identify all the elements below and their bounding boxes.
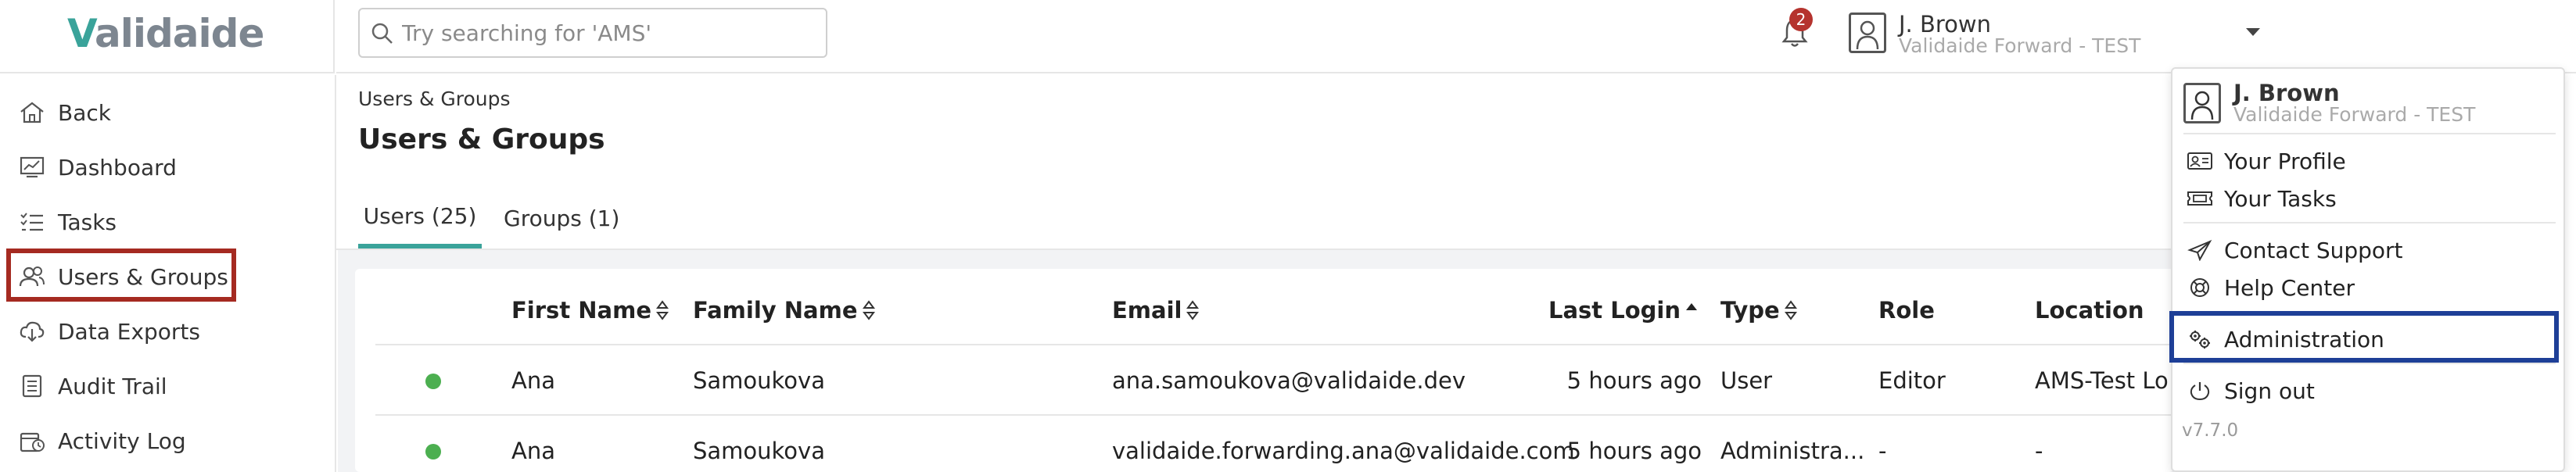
- menu-divider: [2183, 133, 2556, 134]
- cell-location: AMS-Test Loc: [2035, 367, 2168, 394]
- sidebar-item-dashboard[interactable]: Dashboard: [19, 147, 177, 188]
- search-icon: [371, 23, 393, 44]
- send-icon: [2187, 239, 2212, 261]
- audit-icon: [22, 374, 42, 398]
- sidebar-item-label: Activity Log: [58, 427, 186, 454]
- cell-role: Editor: [1878, 367, 1946, 394]
- sort-icon: [862, 300, 875, 320]
- sidebar-item-back[interactable]: Back: [19, 92, 111, 133]
- user-org: Validaide Forward - TEST: [1899, 34, 2141, 57]
- column-header-location[interactable]: Location: [2035, 297, 2144, 324]
- cell-email: validaide.forwarding.ana@validaide.com: [1112, 438, 1575, 464]
- cell-role: -: [1878, 438, 1887, 464]
- sidebar-item-audit-trail[interactable]: Audit Trail: [19, 366, 167, 406]
- tasks-icon: [20, 213, 43, 231]
- cell-type: Administra...: [1720, 438, 1865, 464]
- row-divider: [375, 414, 2174, 416]
- power-icon: [2190, 382, 2210, 401]
- sidebar-item-data-exports[interactable]: Data Exports: [19, 311, 200, 352]
- lifebuoy-icon: [2190, 278, 2209, 297]
- menu-user-org: Validaide Forward - TEST: [2233, 103, 2476, 126]
- search-input[interactable]: [402, 16, 816, 50]
- top-bar: [336, 0, 2576, 73]
- breadcrumb[interactable]: Users & Groups: [358, 88, 511, 110]
- avatar: [1849, 13, 1886, 53]
- administration-highlight-box: [2169, 311, 2559, 363]
- tab-groups[interactable]: Groups (1): [504, 188, 619, 249]
- cell-last-login: 5 hours ago: [1566, 367, 1702, 394]
- sort-icon: [1784, 300, 1797, 320]
- menu-user-name: J. Brown: [2233, 80, 2340, 106]
- menu-item-sign-out[interactable]: Sign out: [2183, 370, 2556, 411]
- cell-first-name: Ana: [511, 438, 555, 464]
- ticket-icon: [2187, 191, 2212, 206]
- column-header-last-login[interactable]: Last Login: [1548, 297, 1698, 324]
- menu-divider: [2183, 222, 2556, 223]
- menu-item-your-tasks[interactable]: Your Tasks: [2183, 178, 2556, 219]
- header-divider: [375, 344, 2174, 345]
- validaide-logo[interactable]: Validaide: [67, 11, 264, 56]
- sidebar-item-activity-log[interactable]: Activity Log: [19, 420, 186, 461]
- dashboard-icon: [20, 156, 45, 178]
- user-name: J. Brown: [1899, 11, 1992, 38]
- download-icon: [20, 321, 45, 342]
- menu-user-header: J. Brown Validaide Forward - TEST: [2183, 78, 2551, 130]
- menu-divider: [2183, 363, 2556, 364]
- cell-type: User: [1720, 367, 1773, 394]
- cell-location: -: [2035, 438, 2043, 464]
- app-version: v7.7.0: [2182, 420, 2239, 441]
- sidebar-item-label: Dashboard: [58, 154, 177, 181]
- cell-family-name: Samoukova: [693, 367, 825, 394]
- tab-users[interactable]: Users (25): [358, 188, 482, 249]
- cell-family-name: Samoukova: [693, 438, 825, 464]
- sort-icon: [656, 300, 669, 320]
- status-dot: [425, 444, 441, 459]
- id-card-icon: [2187, 152, 2212, 170]
- menu-item-help-center[interactable]: Help Center: [2183, 267, 2556, 308]
- user-icon: [1856, 20, 1879, 49]
- activity-icon: [20, 432, 45, 452]
- column-header-family-name[interactable]: Family Name: [693, 297, 875, 324]
- search-box[interactable]: [358, 8, 827, 58]
- sidebar-item-label: Back: [58, 99, 111, 126]
- column-header-type[interactable]: Type: [1720, 297, 1797, 324]
- page-title: Users & Groups: [358, 123, 605, 156]
- home-icon: [20, 102, 44, 123]
- menu-item-your-profile[interactable]: Your Profile: [2183, 141, 2556, 181]
- sidebar-highlight-box: [6, 249, 236, 302]
- user-dropdown-menu: J. Brown Validaide Forward - TEST Your P…: [2171, 67, 2565, 472]
- sidebar-item-label: Audit Trail: [58, 373, 167, 399]
- cell-first-name: Ana: [511, 367, 555, 394]
- sort-icon: [1186, 300, 1200, 320]
- cell-email: ana.samoukova@validaide.dev: [1112, 367, 1466, 394]
- cell-last-login: 5 hours ago: [1566, 438, 1702, 464]
- sidebar: Back Dashboard Tasks Users & Groups Data…: [0, 75, 336, 472]
- sidebar-item-label: Tasks: [58, 209, 117, 235]
- logo-area: Validaide: [0, 0, 335, 73]
- sidebar-item-tasks[interactable]: Tasks: [19, 202, 117, 242]
- column-header-role[interactable]: Role: [1878, 297, 1935, 324]
- menu-item-contact-support[interactable]: Contact Support: [2183, 230, 2556, 270]
- chevron-down-icon[interactable]: [2244, 27, 2262, 38]
- user-menu-toggle[interactable]: J. Brown Validaide Forward - TEST: [1849, 9, 2240, 61]
- notification-badge: 2: [1789, 8, 1813, 31]
- column-header-first-name[interactable]: First Name: [511, 297, 669, 324]
- avatar: [2183, 83, 2221, 123]
- column-header-email[interactable]: Email: [1112, 297, 1200, 324]
- sort-ascending-icon: [1686, 303, 1698, 310]
- sidebar-item-label: Data Exports: [58, 318, 200, 345]
- user-icon: [2190, 91, 2214, 120]
- status-dot: [425, 374, 441, 389]
